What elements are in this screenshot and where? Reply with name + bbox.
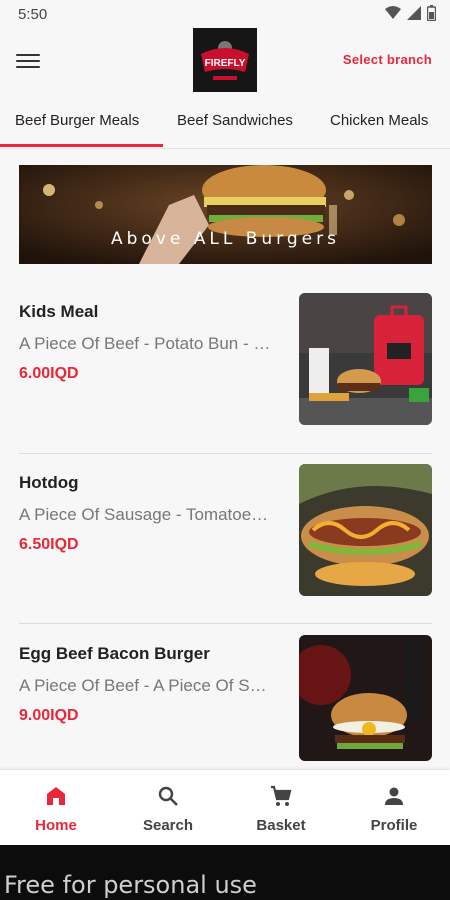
brand-logo: FIREFLY [193,28,257,92]
item-image [299,293,432,425]
home-icon [47,787,65,805]
watermark-text: Free for personal use [4,871,257,899]
promo-banner[interactable]: Above ALL Burgers [19,165,432,264]
item-description: A Piece Of Beef - A Piece Of S… [19,676,267,695]
item-price: 6.50IQD [19,536,79,553]
item-price: 9.00IQD [19,707,79,724]
app-bar: FIREFLY Select branch [0,28,450,100]
status-time: 5:50 [18,6,48,23]
nav-home[interactable]: Home [0,784,112,834]
item-image [299,635,432,761]
nav-basket[interactable]: Basket [225,784,337,834]
item-name: Hotdog [19,473,79,492]
hamburger-menu-icon[interactable] [16,50,40,70]
status-icons [385,5,436,21]
select-branch-button[interactable]: Select branch [343,52,432,67]
bottom-navigation: Home Search Basket Profile [0,770,450,845]
wifi-icon [385,6,401,19]
nav-search-label: Search [142,817,194,834]
battery-icon [427,5,436,21]
menu-item[interactable]: Kids Meal A Piece Of Beef - Potato Bun -… [0,293,450,472]
person-icon [385,787,403,805]
active-tab-indicator [0,144,163,147]
watermark-bar: Free for personal use [0,845,450,900]
item-divider [19,623,432,624]
nav-profile[interactable]: Profile [338,784,450,834]
tab-chicken-meals[interactable]: Chicken Meals [330,112,428,129]
status-bar: 5:50 [0,0,450,30]
item-image [299,464,432,596]
menu-item[interactable]: Hotdog A Piece Of Sausage - Tomatoe… 6.5… [0,464,450,643]
nav-search[interactable]: Search [112,784,224,834]
category-tabs: Beef Burger Meals Beef Sandwiches Chicke… [0,100,450,149]
item-price: 6.00IQD [19,365,79,382]
tab-beef-burger-meals[interactable]: Beef Burger Meals [15,112,139,129]
nav-basket-label: Basket [256,817,306,834]
item-divider [19,453,432,454]
banner-text: Above ALL Burgers [111,229,340,249]
search-icon [158,786,178,806]
tab-beef-sandwiches[interactable]: Beef Sandwiches [177,112,293,129]
signal-icon [407,6,421,20]
logo-text: FIREFLY [205,58,246,69]
item-description: A Piece Of Beef - Potato Bun - … [19,334,271,353]
banner-image [19,165,432,264]
item-description: A Piece Of Sausage - Tomatoe… [19,505,269,524]
nav-home-label: Home [35,817,77,834]
item-name: Kids Meal [19,302,99,321]
item-name: Egg Beef Bacon Burger [19,644,210,663]
nav-profile-label: Profile [370,817,418,834]
cart-icon [271,785,292,806]
